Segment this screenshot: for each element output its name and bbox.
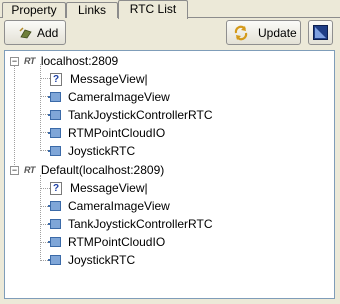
component-icon — [48, 109, 62, 121]
tree-item[interactable]: CameraImageView — [48, 88, 170, 106]
tree-connector — [40, 188, 50, 189]
tree-connector — [40, 78, 50, 79]
tree-item-label: RTMPointCloudIO — [68, 235, 166, 249]
rt-icon: RT — [24, 165, 35, 175]
question-icon: ? — [50, 181, 62, 195]
collapse-toggle[interactable]: − — [10, 166, 19, 175]
tree-item[interactable]: ? MessageView| — [50, 70, 148, 88]
view-menu-button[interactable] — [308, 20, 333, 45]
tree-item-label: MessageView| — [70, 72, 148, 86]
tree-item[interactable]: TankJoystickControllerRTC — [48, 106, 213, 124]
add-button-label: Add — [37, 25, 59, 40]
component-icon — [48, 91, 62, 103]
tree-item-label: CameraImageView — [68, 199, 170, 213]
tree-item[interactable]: RTMPointCloudIO — [48, 233, 165, 251]
refresh-icon — [233, 25, 249, 41]
tree-item[interactable]: JoystickRTC — [48, 142, 135, 160]
rt-icon: RT — [24, 56, 35, 66]
tree-connector — [14, 65, 15, 171]
component-icon — [48, 200, 62, 212]
naming-server-node[interactable]: RT localhost:2809 — [24, 52, 118, 70]
collapse-toggle[interactable]: − — [10, 57, 19, 66]
tree-item-label: JoystickRTC — [68, 144, 136, 158]
tree-item[interactable]: RTMPointCloudIO — [48, 124, 165, 142]
tab-rtc-list[interactable]: RTC List — [118, 0, 188, 19]
tree-item[interactable]: JoystickRTC — [48, 251, 135, 269]
tab-bar: Property Links RTC List — [0, 0, 340, 19]
tab-links-label: Links — [77, 3, 106, 17]
tree-item[interactable]: TankJoystickControllerRTC — [48, 215, 213, 233]
component-icon — [48, 218, 62, 230]
update-button[interactable]: Update — [226, 20, 301, 45]
update-button-label: Update — [258, 25, 297, 40]
rtc-list-window: Property Links RTC List Add Update − RT … — [0, 0, 340, 304]
tree-item-label: MessageView| — [70, 181, 148, 195]
question-icon: ? — [50, 72, 62, 86]
tree-item-label: TankJoystickControllerRTC — [68, 108, 213, 122]
rtc-tree[interactable]: − RT localhost:2809 ? MessageView| Camer… — [4, 50, 335, 299]
naming-server-label: localhost:2809 — [40, 54, 119, 68]
tree-item[interactable]: ? MessageView| — [50, 179, 148, 197]
tree-item-label: JoystickRTC — [68, 253, 136, 267]
naming-server-label: Default(localhost:2809) — [40, 163, 165, 177]
add-button[interactable]: Add — [4, 20, 66, 45]
tab-rtc-list-label: RTC List — [129, 2, 177, 16]
view-icon — [313, 25, 328, 40]
tab-property-label: Property — [11, 3, 57, 17]
component-icon — [48, 254, 62, 266]
tree-item-label: TankJoystickControllerRTC — [68, 217, 213, 231]
tab-links[interactable]: Links — [66, 2, 118, 18]
component-icon — [48, 236, 62, 248]
add-icon — [19, 26, 33, 39]
component-icon — [48, 145, 62, 157]
tree-item-label: CameraImageView — [68, 90, 170, 104]
tree-item-label: RTMPointCloudIO — [68, 126, 166, 140]
tab-property[interactable]: Property — [2, 2, 66, 18]
component-icon — [48, 127, 62, 139]
naming-server-node[interactable]: RT Default(localhost:2809) — [24, 161, 164, 179]
tree-item[interactable]: CameraImageView — [48, 197, 170, 215]
